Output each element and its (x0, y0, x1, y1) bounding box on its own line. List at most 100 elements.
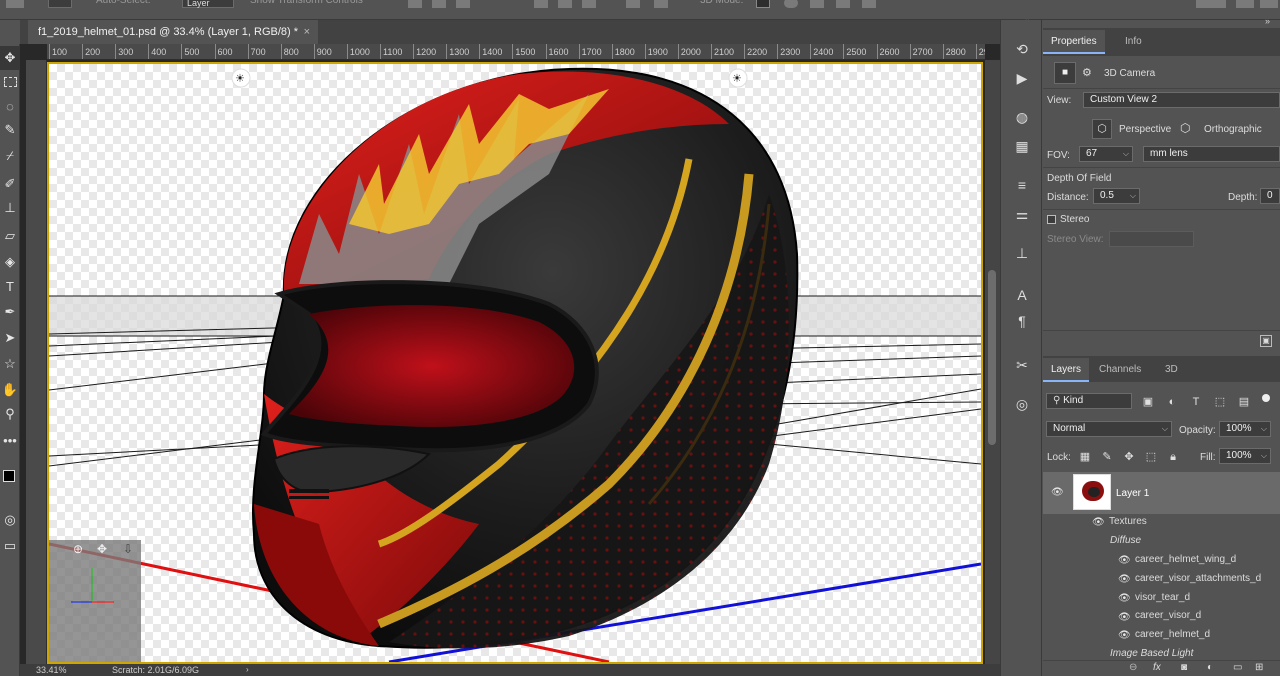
tab-properties[interactable]: Properties (1043, 30, 1105, 54)
path-select-tool-icon[interactable]: ➤ (0, 326, 20, 350)
lock-image-icon[interactable]: ✎ (1100, 450, 1114, 464)
move-tool-icon[interactable]: ✥ (0, 46, 20, 70)
brush-tool-icon[interactable]: ✐ (0, 172, 20, 196)
search-icon[interactable] (1196, 0, 1226, 8)
texture-item[interactable]: career_helmet_wing_d (1135, 554, 1236, 565)
align-bottom-icon[interactable] (456, 0, 470, 8)
filter-toggle-icon[interactable] (1262, 394, 1270, 402)
clone-source-panel-icon[interactable]: ⊥ (1011, 242, 1033, 264)
perspective-icon[interactable]: ⬡ (1092, 119, 1112, 139)
align-right-icon[interactable] (582, 0, 596, 8)
adjustments-panel-icon[interactable]: ⚌ (1011, 203, 1033, 225)
texture-item[interactable]: career_visor_d (1135, 610, 1201, 621)
texture-visibility-eye-icon[interactable]: 👁︎ (1118, 555, 1131, 566)
orbit-3d-icon[interactable] (756, 0, 770, 8)
lock-artboard-icon[interactable]: ⬚ (1144, 450, 1158, 464)
quick-select-tool-icon[interactable]: ✎ (0, 118, 20, 142)
filter-pixel-icon[interactable]: ▣ (1141, 395, 1155, 409)
texture-item[interactable]: career_visor_attachments_d (1135, 573, 1261, 584)
align-left-icon[interactable] (534, 0, 548, 8)
auto-select-checkbox-label[interactable]: Auto-Select: (96, 0, 150, 8)
tab-layers[interactable]: Layers (1043, 358, 1090, 382)
roll-3d-icon[interactable] (784, 0, 798, 8)
lasso-tool-icon[interactable]: ◌ (0, 94, 20, 118)
distance-chevron-icon[interactable]: ⌵ (1130, 189, 1136, 203)
link-layers-icon[interactable]: ⊖ (1129, 662, 1137, 673)
texture-visibility-eye-icon[interactable]: 👁︎ (1118, 630, 1131, 641)
collapse-dock-icon[interactable]: » (1265, 16, 1270, 26)
move-tool-preset-icon[interactable] (48, 0, 72, 8)
lock-transparent-icon[interactable]: ▦ (1078, 450, 1092, 464)
orthographic-icon[interactable]: ⬡ (1180, 121, 1190, 135)
foreground-color-swatch[interactable] (3, 470, 15, 482)
opacity-chevron-icon[interactable]: ⌵ (1261, 422, 1267, 436)
align-vcenter-icon[interactable] (432, 0, 446, 8)
layer-filter-kind-dropdown[interactable]: ⚲ Kind (1046, 393, 1132, 409)
slide-3d-icon[interactable] (836, 0, 850, 8)
3d-panel-icon[interactable]: ◎ (1011, 393, 1033, 415)
texture-visibility-eye-icon[interactable]: 👁︎ (1118, 593, 1131, 604)
texture-item[interactable]: visor_tear_d (1135, 592, 1190, 603)
brushes-panel-icon[interactable]: ≡ (1011, 174, 1033, 196)
3d-axis-widget[interactable]: ⊕ ✥ ⇩ (49, 540, 141, 662)
opacity-input[interactable]: 100% ⌵ (1219, 421, 1271, 437)
new-group-icon[interactable]: ▭ (1233, 662, 1242, 673)
history-panel-icon[interactable]: ⟲ (1011, 38, 1033, 60)
tab-3d[interactable]: 3D (1157, 358, 1186, 382)
stereo-checkbox[interactable] (1047, 215, 1056, 224)
zoom-level[interactable]: 33.41% (36, 664, 67, 676)
properties-menu-icon[interactable]: ▣ (1260, 335, 1272, 347)
stereo-view-dropdown[interactable] (1109, 231, 1194, 247)
more-tools-icon[interactable]: ••• (0, 428, 20, 452)
add-mask-icon[interactable]: ◙ (1181, 662, 1187, 673)
stereo-label[interactable]: Stereo (1060, 214, 1089, 225)
layer-name[interactable]: Layer 1 (1116, 488, 1149, 499)
helmet-model[interactable] (252, 67, 799, 649)
tab-info[interactable]: Info (1117, 30, 1150, 54)
lock-position-icon[interactable]: ✥ (1122, 450, 1136, 464)
filter-smart-object-icon[interactable]: ▤ (1237, 395, 1251, 409)
color-panel-icon[interactable]: ◍ (1011, 106, 1033, 128)
textures-visibility-eye-icon[interactable]: 👁︎ (1092, 517, 1105, 528)
align-top-icon[interactable] (408, 0, 422, 8)
filter-type-icon[interactable]: T (1189, 395, 1203, 409)
paragraph-panel-icon[interactable]: ¶ (1011, 310, 1033, 332)
marquee-tool-icon[interactable] (0, 70, 20, 94)
screen-mode-icon[interactable]: ▭ (0, 534, 20, 558)
pan-camera-icon[interactable]: ✥ (97, 542, 107, 556)
eyedropper-tool-icon[interactable]: ⌿ (0, 144, 20, 168)
filter-shape-icon[interactable]: ⬚ (1213, 395, 1227, 409)
scale-3d-icon[interactable] (862, 0, 876, 8)
orthographic-label[interactable]: Orthographic (1204, 124, 1262, 135)
texture-visibility-eye-icon[interactable]: 👁︎ (1118, 612, 1131, 623)
new-layer-icon[interactable]: ⊞ (1255, 662, 1263, 673)
adjustment-layer-icon[interactable]: ◐ (1207, 662, 1213, 673)
canvas[interactable]: ☀ ☀ ⊕ ✥ ⇩ (47, 62, 983, 664)
pan-3d-icon[interactable] (810, 0, 824, 8)
distance-input[interactable]: 0.5 ⌵ (1093, 188, 1140, 204)
status-menu-icon[interactable]: › (246, 664, 249, 676)
blend-mode-dropdown[interactable]: Normal ⌵ (1046, 421, 1172, 437)
layer-style-icon[interactable]: fx (1153, 662, 1161, 673)
quick-mask-icon[interactable]: ◎ (0, 508, 20, 532)
view-dropdown[interactable]: Custom View 2 (1083, 92, 1280, 108)
filter-adjustment-icon[interactable]: ◐ (1165, 395, 1179, 409)
light-marker-right[interactable]: ☀ (728, 68, 748, 88)
layer-select-dropdown[interactable]: Layer (182, 0, 234, 8)
more-align-icon[interactable] (654, 0, 668, 8)
fov-chevron-icon[interactable]: ⌵ (1123, 147, 1129, 161)
workspace-icon[interactable] (1236, 0, 1254, 8)
tab-channels[interactable]: Channels (1091, 358, 1149, 382)
lock-all-icon[interactable]: 🔒︎ (1166, 450, 1180, 464)
share-icon[interactable] (1260, 0, 1278, 8)
document-tab[interactable]: f1_2019_helmet_01.psd @ 33.4% (Layer 1, … (28, 20, 318, 44)
light-marker-left[interactable]: ☀ (231, 68, 251, 88)
texture-visibility-eye-icon[interactable]: 👁︎ (1118, 574, 1131, 585)
layer-visibility-eye-icon[interactable]: 👁︎ (1051, 487, 1064, 498)
texture-item[interactable]: career_helmet_d (1135, 629, 1210, 640)
zoom-tool-icon[interactable]: ⚲ (0, 402, 20, 426)
stamp-tool-icon[interactable]: ⊥ (0, 196, 20, 220)
align-hcenter-icon[interactable] (558, 0, 572, 8)
home-icon[interactable] (6, 0, 24, 8)
perspective-label[interactable]: Perspective (1119, 124, 1171, 135)
